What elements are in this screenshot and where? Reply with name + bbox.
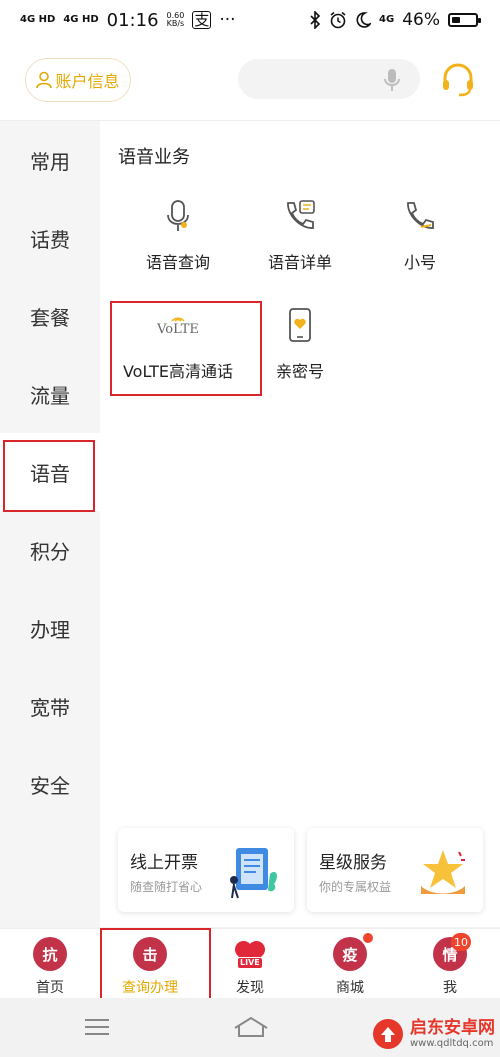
sidebar-item-points[interactable]: 积分: [0, 511, 100, 589]
category-sidebar: 常用 话费 套餐 流量 语音 积分 办理 宽带 安全: [0, 121, 100, 927]
star-service-card[interactable]: 星级服务 你的专属权益: [307, 828, 483, 912]
moon-icon: [356, 12, 372, 28]
tab-label: 首页: [36, 980, 64, 996]
clock: 01:16: [106, 9, 159, 31]
network-speed: 0.60 KB/s: [167, 12, 185, 28]
watermark-title: 启东安卓网: [410, 1017, 495, 1038]
phone-icon: [407, 202, 434, 229]
live-label: LIVE: [237, 957, 263, 969]
sidebar-item-security[interactable]: 安全: [0, 745, 100, 823]
sidebar-item-broadband[interactable]: 宽带: [0, 667, 100, 745]
sub-number-button[interactable]: 小号: [370, 196, 470, 273]
promo-subtitle: 你的专属权益: [319, 880, 392, 894]
service-label: 语音查询: [145, 253, 210, 272]
sidebar-item-label: 宽带: [30, 695, 70, 720]
tab-label: 商城: [336, 980, 364, 996]
signal-indicator-1: 4G HD: [20, 14, 56, 25]
notification-dot: [363, 933, 373, 943]
sidebar-item-label: 话费: [30, 227, 70, 252]
tab-home[interactable]: 抗 首页: [0, 929, 100, 999]
bluetooth-icon: [310, 11, 321, 29]
section-title: 语音业务: [118, 147, 190, 168]
header: 账户信息: [0, 40, 500, 121]
home-icon[interactable]: [233, 1016, 269, 1038]
mall-tab-icon: 疫: [333, 937, 367, 971]
signal-indicator-2: 4G HD: [63, 14, 99, 25]
microphone-icon[interactable]: [384, 68, 400, 92]
heart-phone-icon: [289, 308, 311, 342]
star-trophy-icon: [421, 850, 465, 894]
tab-discover[interactable]: LIVE 发现: [200, 929, 300, 999]
speed-unit: KB/s: [166, 19, 185, 28]
sidebar-item-label: 办理: [30, 617, 70, 642]
search-input[interactable]: [238, 59, 420, 99]
account-info-button[interactable]: 账户信息: [25, 58, 131, 102]
home-tab-icon: 抗: [33, 937, 67, 971]
network-type: 4G: [379, 14, 395, 25]
voice-services-panel: 语音业务 语音查询 语音详单 小号 VoLTE VoLTE高清通话 亲密号 线上…: [100, 121, 500, 927]
voice-query-button[interactable]: 语音查询: [128, 196, 228, 273]
status-bar: 4G HD 4G HD 01:16 0.60 KB/s 支 ··· 4G 46%: [0, 0, 500, 40]
tab-label: 发现: [236, 980, 264, 996]
intimate-number-button[interactable]: 亲密号: [250, 305, 350, 382]
invoice-illustration-icon: [230, 848, 277, 899]
tab-mall[interactable]: 疫 商城: [300, 929, 400, 999]
sidebar-item-bill[interactable]: 话费: [0, 199, 100, 277]
tab-label: 我: [443, 980, 457, 996]
menu-icon[interactable]: [84, 1018, 110, 1036]
tab-me[interactable]: 情 我 10: [400, 929, 500, 999]
watermark-url: www.qdltdq.com: [410, 1037, 494, 1049]
discover-live-icon: LIVE: [233, 937, 267, 971]
battery-icon: [448, 13, 481, 27]
service-label: 语音详单: [267, 253, 332, 272]
online-invoice-card[interactable]: 线上开票 随查随打省心: [118, 828, 294, 912]
volte-highlight-box: [110, 301, 262, 396]
notification-badge: 10: [451, 933, 471, 951]
headset-icon[interactable]: [440, 62, 476, 98]
sidebar-item-common[interactable]: 常用: [0, 121, 100, 199]
service-label: 亲密号: [275, 362, 324, 381]
sidebar-item-data[interactable]: 流量: [0, 355, 100, 433]
promo-title: 线上开票: [130, 853, 198, 873]
sidebar-item-label: 套餐: [30, 305, 70, 330]
promo-subtitle: 随查随打省心: [130, 880, 203, 894]
service-label: 小号: [403, 253, 436, 272]
watermark: 启东安卓网 www.qdltdq.com: [372, 1018, 495, 1050]
microphone-icon: [167, 200, 189, 231]
more-icon: ···: [219, 10, 236, 30]
bottom-tab-bar: 抗 首页 击 查询办理 LIVE 发现 疫 商城 情 我 10: [0, 928, 500, 999]
phone-list-icon: [287, 200, 315, 229]
sidebar-item-plan[interactable]: 套餐: [0, 277, 100, 355]
sidebar-item-label: 积分: [30, 539, 70, 564]
sidebar-item-label: 常用: [30, 149, 70, 174]
voice-highlight-box: [3, 440, 95, 512]
sidebar-item-label: 安全: [30, 773, 70, 798]
promo-title: 星级服务: [319, 853, 387, 873]
alipay-icon: 支: [192, 11, 212, 29]
alarm-icon: [330, 11, 346, 29]
watermark-logo-icon: [373, 1019, 403, 1049]
person-icon: [36, 71, 53, 89]
battery-percent: 46%: [402, 10, 440, 30]
sidebar-item-label: 流量: [30, 383, 70, 408]
account-info-label: 账户信息: [55, 72, 120, 91]
voice-detail-button[interactable]: 语音详单: [250, 196, 350, 273]
sidebar-item-handle[interactable]: 办理: [0, 589, 100, 667]
